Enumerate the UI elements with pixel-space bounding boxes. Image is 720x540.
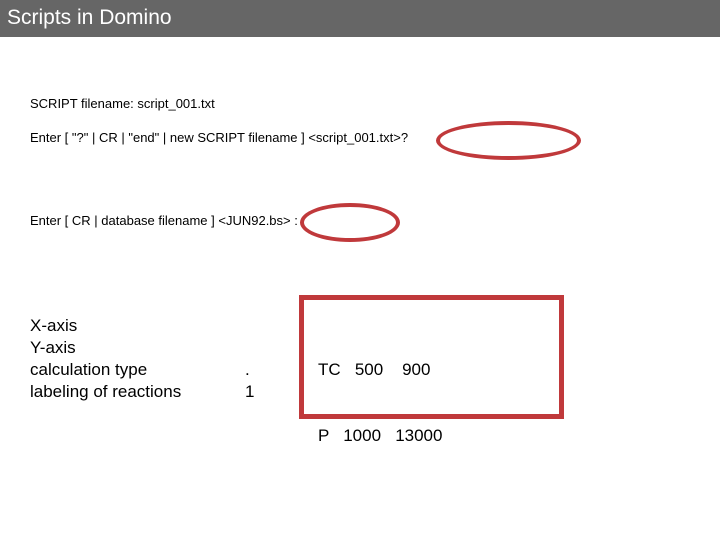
y-axis-label: Y-axis: [30, 338, 76, 357]
settings-label-list: X-axis Y-axis calculation type labeling …: [30, 315, 181, 403]
calculation-type-label: calculation type: [30, 360, 148, 379]
calculation-type-value: .: [245, 360, 250, 379]
enter-database-prompt: Enter [ CR | database filename ] <JUN92.…: [30, 213, 298, 228]
page-title: Scripts in Domino: [7, 6, 172, 29]
settings-value-list: . 1: [245, 359, 254, 403]
x-axis-label: X-axis: [30, 316, 78, 335]
axis-range-values: TC 500 900 P 1000 13000: [318, 315, 442, 469]
title-bar: Scripts in Domino: [0, 0, 720, 37]
database-input-highlight-ellipse: [300, 203, 400, 242]
script-filename-line: SCRIPT filename: script_001.txt: [30, 96, 215, 111]
tc-range-line: TC 500 900: [318, 360, 431, 379]
script-input-highlight-ellipse: [436, 121, 581, 160]
enter-script-prompt: Enter [ "?" | CR | "end" | new SCRIPT fi…: [30, 130, 409, 145]
p-range-line: P 1000 13000: [318, 426, 443, 445]
labeling-of-reactions-value: 1: [245, 382, 255, 401]
labeling-of-reactions-label: labeling of reactions: [30, 382, 182, 401]
